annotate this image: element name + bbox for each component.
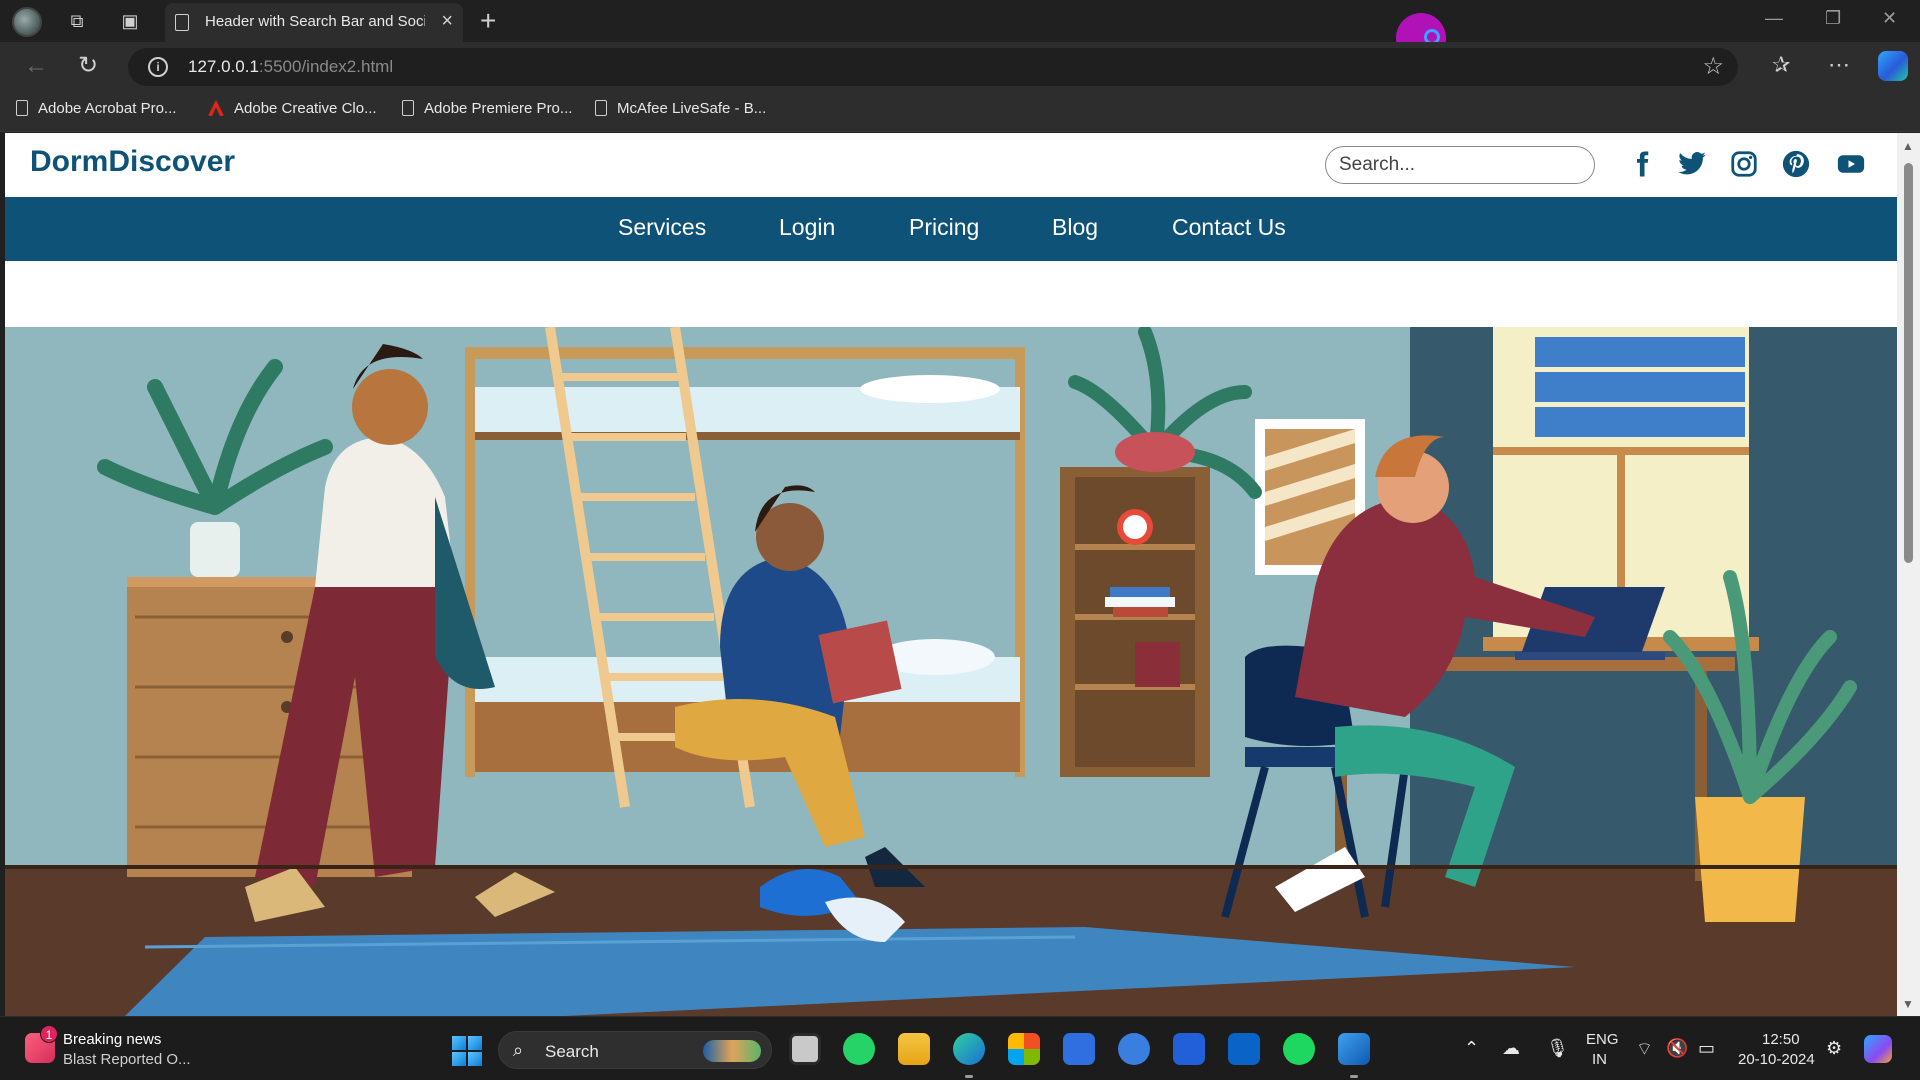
bookmark-label: McAfee LiveSafe - B... [617,100,767,117]
microphone-icon[interactable]: 🎙 [1546,1038,1569,1059]
notification-icon[interactable]: ⚙ [1826,1038,1842,1059]
adobe-icon [208,100,224,116]
nav-services[interactable]: Services [618,214,706,241]
bookmark-item[interactable]: Adobe Premiere Pro... [402,100,572,117]
site-logo[interactable]: DormDiscover [30,145,235,179]
profile-avatar[interactable] [12,7,42,37]
page-icon [402,100,414,116]
bookmark-label: Adobe Creative Clo... [234,100,377,117]
youtube-icon[interactable] [1835,149,1867,179]
nav-pricing[interactable]: Pricing [909,214,979,241]
tab-title: Header with Search Bar and Social [205,13,425,30]
bookmark-label: Adobe Acrobat Pro... [38,100,177,117]
refresh-icon[interactable]: ↻ [78,52,98,80]
bookmarks-bar: Adobe Acrobat Pro... Adobe Creative Clo.… [0,92,1920,132]
bookmark-item[interactable]: Adobe Creative Clo... [208,100,377,117]
nav-login[interactable]: Login [779,214,835,241]
new-tab-icon[interactable]: + [480,5,496,37]
site-info-icon[interactable]: i [148,57,168,77]
vscode-icon[interactable] [1338,1033,1370,1065]
main-nav: Services Login Pricing Blog Contact Us [5,197,1897,261]
widgets-app-icon[interactable] [1063,1033,1095,1065]
spotify-icon[interactable] [1283,1033,1315,1065]
taskbar-search-label: Search [545,1042,599,1061]
tab-active[interactable]: Header with Search Bar and Social × [165,3,463,42]
nav-contact-us[interactable]: Contact Us [1172,214,1286,241]
favorites-icon[interactable]: ✰ [1772,52,1790,78]
minimize-icon[interactable]: — [1765,8,1783,29]
running-indicator [965,1075,973,1078]
scroll-down-icon[interactable]: ▼ [1902,997,1914,1011]
news-title[interactable]: Breaking news [63,1031,161,1048]
copilot-icon[interactable] [1878,51,1908,81]
taskbar-search[interactable]: ⌕ Search [498,1031,772,1069]
edge-icon[interactable] [953,1033,985,1065]
address-input[interactable]: i 127.0.0.1:5500/index2.html ☆ [128,48,1738,86]
news-badge: 1 [40,1025,58,1043]
search-icon: ⌕ [513,1040,524,1060]
bookmark-item[interactable]: Adobe Acrobat Pro... [16,100,176,117]
favorite-star-icon[interactable]: ☆ [1702,52,1724,81]
page-icon [16,100,28,116]
search-input[interactable] [1325,146,1595,184]
vertical-tabs-icon[interactable]: ▣ [119,10,141,32]
hero-dorm-illustration [5,327,1897,1016]
page-icon [595,100,607,116]
url-path: :5500/index2.html [258,57,394,76]
microsoft-store-icon[interactable] [1008,1033,1040,1065]
file-explorer-icon[interactable] [898,1033,930,1065]
page-icon [175,14,189,31]
address-bar-row: ← ↻ i 127.0.0.1:5500/index2.html ☆ ✰ ⋯ [0,42,1920,92]
pinterest-icon[interactable] [1781,149,1811,179]
news-subtitle[interactable]: Blast Reported O... [63,1051,191,1068]
battery-icon[interactable]: ▭ [1698,1038,1715,1059]
language-region[interactable]: IN [1592,1051,1607,1068]
windows-taskbar: 1 Breaking news Blast Reported O... ⌕ Se… [0,1016,1920,1080]
onedrive-icon[interactable]: ☁ [1502,1038,1520,1059]
copilot-taskbar-icon[interactable] [1864,1035,1892,1063]
sync-app-icon[interactable] [1118,1033,1150,1065]
twitter-icon[interactable] [1677,149,1707,179]
instagram-icon[interactable] [1729,149,1759,179]
windows-start-icon[interactable] [452,1036,482,1066]
close-tab-icon[interactable]: × [441,10,453,33]
browser-titlebar: ⧉ ▣ Header with Search Bar and Social × … [0,0,1920,63]
search-highlight-image [703,1040,761,1062]
task-view-icon[interactable] [789,1033,821,1065]
chevron-up-icon[interactable]: ⌃ [1464,1038,1479,1059]
bookmark-item[interactable]: McAfee LiveSafe - B... [595,100,766,117]
nav-blog[interactable]: Blog [1052,214,1098,241]
volume-muted-icon[interactable]: 🔇 [1666,1038,1688,1059]
url-host: 127.0.0.1 [188,57,259,76]
scroll-thumb[interactable] [1904,163,1913,563]
language-code[interactable]: ENG [1586,1031,1619,1048]
clock-date[interactable]: 20-10-2024 [1738,1051,1815,1068]
page-viewport: DormDiscover Services Login Pricing Blog… [5,133,1897,1016]
scroll-up-icon[interactable]: ▲ [1902,139,1914,153]
wifi-icon[interactable]: ⌔ [1636,1038,1653,1061]
close-window-icon[interactable]: ✕ [1882,8,1897,29]
clock-time[interactable]: 12:50 [1762,1031,1800,1048]
teams-icon[interactable] [1173,1033,1205,1065]
whatsapp-icon[interactable] [843,1033,875,1065]
collections-icon[interactable]: ⧉ [66,10,88,32]
site-header: DormDiscover [5,133,1897,197]
vertical-scrollbar[interactable]: ▲ ▼ [1897,133,1920,1016]
url-text: 127.0.0.1:5500/index2.html [188,57,393,77]
running-indicator [1350,1075,1358,1078]
more-menu-icon[interactable]: ⋯ [1828,52,1850,78]
bookmark-label: Adobe Premiere Pro... [424,100,573,117]
restore-icon[interactable]: ❐ [1825,8,1841,29]
back-icon[interactable]: ← [24,52,48,80]
outlook-icon[interactable] [1228,1033,1260,1065]
facebook-icon[interactable] [1627,149,1657,179]
